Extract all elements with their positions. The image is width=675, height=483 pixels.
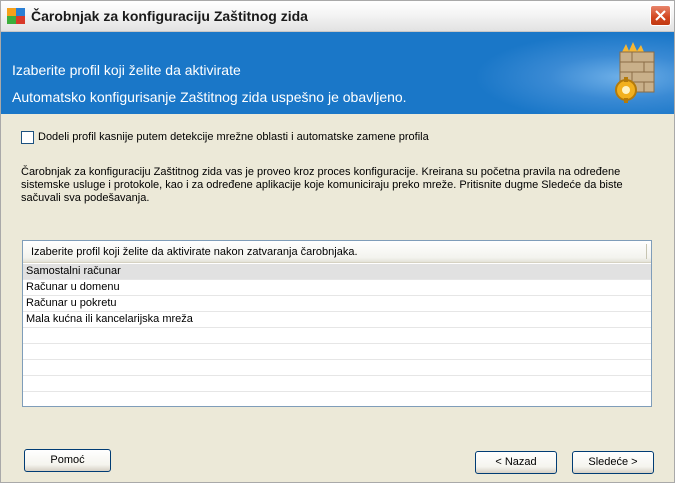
profile-list-header-label: Izaberite profil koji želite da aktivira… <box>31 246 358 258</box>
help-button[interactable]: Pomoć <box>24 449 111 472</box>
close-button[interactable] <box>650 5 671 26</box>
profile-item-label: Računar u pokretu <box>26 297 117 309</box>
profile-item-racunar-u-domenu[interactable]: Računar u domenu <box>23 280 651 296</box>
banner-subheading: Automatsko konfigurisanje Zaštitnog zida… <box>12 89 407 105</box>
wizard-banner: Izaberite profil koji želite da aktivira… <box>1 32 674 114</box>
profile-item-samostalni-racunar[interactable]: Samostalni računar <box>23 264 651 280</box>
column-separator <box>646 244 647 259</box>
profile-listbox[interactable]: Izaberite profil koji želite da aktivira… <box>22 240 652 407</box>
back-button[interactable]: < Nazad <box>475 451 557 474</box>
window-title: Čarobnjak za konfiguraciju Zaštitnog zid… <box>31 8 308 24</box>
banner-heading: Izaberite profil koji želite da aktivira… <box>12 62 241 78</box>
close-icon <box>655 10 666 21</box>
auto-profile-checkbox[interactable] <box>21 131 34 144</box>
empty-list-row <box>23 392 651 406</box>
empty-list-row <box>23 344 651 360</box>
profile-list-header: Izaberite profil koji želite da aktivira… <box>23 241 651 263</box>
profile-item-racunar-u-pokretu[interactable]: Računar u pokretu <box>23 296 651 312</box>
empty-list-row <box>23 360 651 376</box>
wizard-description: Čarobnjak za konfiguraciju Zaštitnog zid… <box>21 166 623 204</box>
firewall-wizard-icon <box>608 42 664 109</box>
title-bar[interactable]: Čarobnjak za konfiguraciju Zaštitnog zid… <box>1 1 674 32</box>
next-button[interactable]: Sledeće > <box>572 451 654 474</box>
empty-list-row <box>23 328 651 344</box>
empty-list-row <box>23 376 651 392</box>
auto-profile-checkbox-label[interactable]: Dodeli profil kasnije putem detekcije mr… <box>38 131 429 143</box>
profile-rows: Samostalni računar Računar u domenu Raču… <box>23 264 651 406</box>
profile-item-label: Samostalni računar <box>26 265 121 277</box>
avg-logo-icon <box>7 8 25 24</box>
profile-item-mala-kucna-mreza[interactable]: Mala kućna ili kancelarijska mreža <box>23 312 651 328</box>
wizard-window: Čarobnjak za konfiguraciju Zaštitnog zid… <box>0 0 675 483</box>
profile-item-label: Računar u domenu <box>26 281 120 293</box>
profile-item-label: Mala kućna ili kancelarijska mreža <box>26 313 193 325</box>
